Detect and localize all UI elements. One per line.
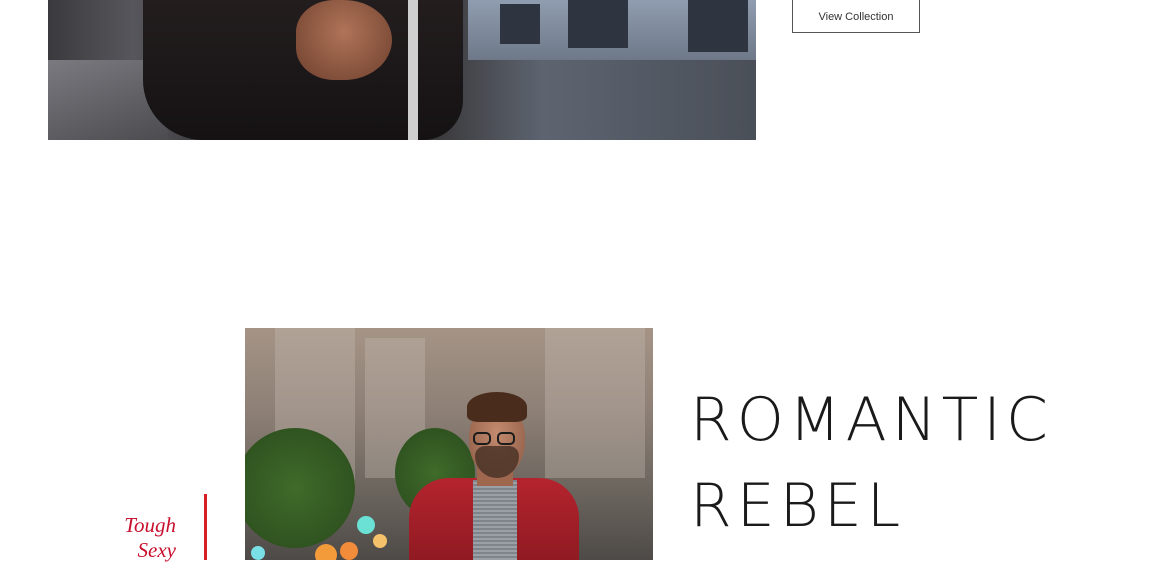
tagline-divider (204, 494, 207, 560)
tagline-sexy: Sexy (137, 538, 176, 562)
bottom-fashion-photo (245, 328, 653, 560)
top-fashion-photo (48, 0, 756, 140)
view-collection-button[interactable]: View Collection (792, 0, 920, 33)
headline-line-2: REBEL (690, 471, 906, 541)
headline-line-1: ROMANTIC (690, 385, 1053, 455)
tagline-tough: Tough (124, 513, 176, 537)
